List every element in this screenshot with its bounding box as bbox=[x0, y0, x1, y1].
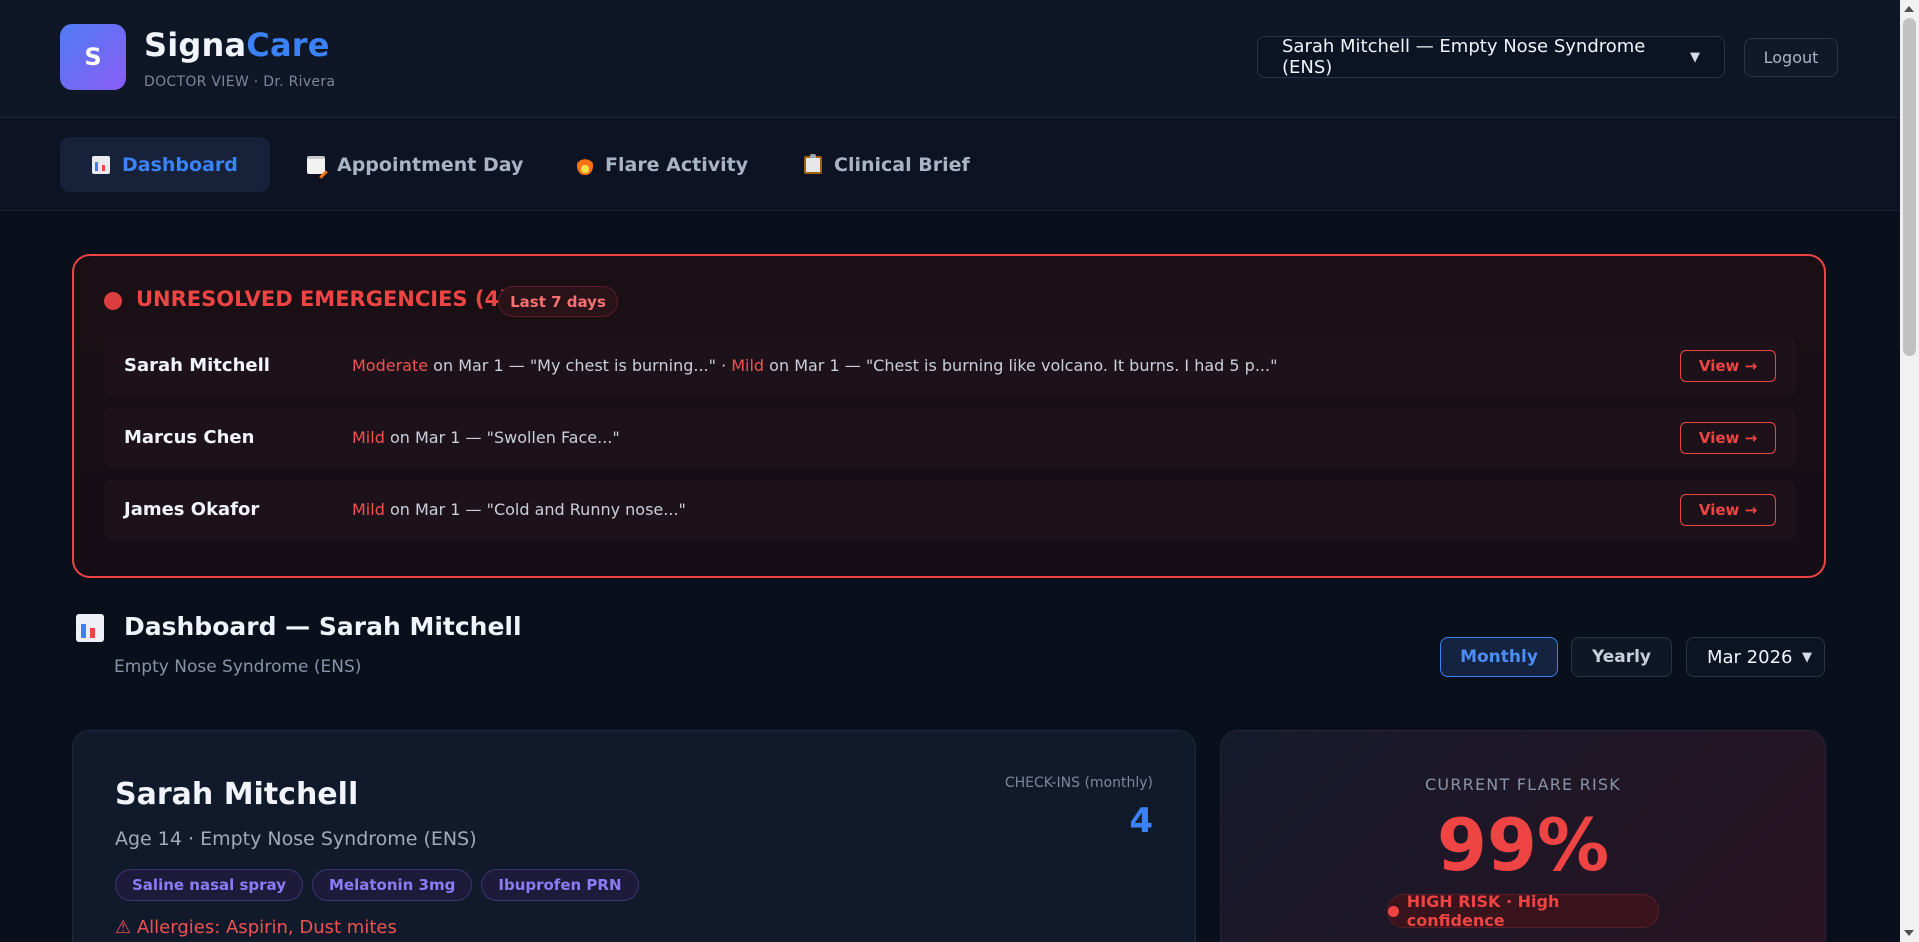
emergency-row: James Okafor Mild on Mar 1 — "Cold and R… bbox=[104, 480, 1796, 540]
yearly-toggle-button[interactable]: Yearly bbox=[1571, 637, 1672, 677]
logo-letter: S bbox=[84, 43, 102, 71]
chevron-down-icon: ▼ bbox=[1690, 49, 1700, 65]
tab-appointment-day[interactable]: Appointment Day bbox=[275, 137, 555, 192]
bar-chart-icon bbox=[92, 155, 110, 174]
view-button[interactable]: View → bbox=[1680, 494, 1776, 526]
patient-select[interactable]: Sarah Mitchell — Empty Nose Syndrome (EN… bbox=[1257, 36, 1725, 78]
logo-icon: S bbox=[60, 24, 126, 90]
scroll-down-arrow-icon[interactable] bbox=[1904, 930, 1914, 936]
flare-risk-label: CURRENT FLARE RISK bbox=[1425, 775, 1621, 794]
tab-bar: Dashboard Appointment Day Flare Activity… bbox=[0, 119, 1900, 211]
severity-label: Mild bbox=[352, 500, 385, 519]
page-title: Dashboard — Sarah Mitchell bbox=[124, 612, 522, 641]
patient-name: Sarah Mitchell bbox=[124, 355, 270, 376]
brand-part-1: Signa bbox=[144, 26, 247, 64]
allergies-text: ⚠ Allergies: Aspirin, Dust mites bbox=[115, 917, 397, 938]
emergency-text: on Mar 1 — "Swollen Face..." bbox=[384, 428, 620, 447]
tab-flare-activity[interactable]: Flare Activity bbox=[545, 137, 780, 192]
emergencies-title: UNRESOLVED EMERGENCIES (4) bbox=[136, 287, 509, 311]
medication-list: Saline nasal spray Melatonin 3mg Ibuprof… bbox=[115, 869, 639, 901]
emergency-description: Moderate on Mar 1 — "My chest is burning… bbox=[352, 356, 1277, 375]
patient-name: Sarah Mitchell bbox=[115, 777, 359, 812]
fire-icon bbox=[577, 154, 593, 175]
tab-label: Clinical Brief bbox=[834, 153, 970, 176]
period-select[interactable]: Mar 2026 ▼ bbox=[1686, 637, 1825, 677]
clipboard-icon bbox=[804, 153, 822, 174]
checkins-count: 4 bbox=[1129, 801, 1153, 841]
medication-chip: Melatonin 3mg bbox=[312, 869, 473, 901]
flare-risk-value: 99% bbox=[1436, 803, 1610, 887]
severity-label: Mild bbox=[731, 356, 765, 375]
page-subtitle: Empty Nose Syndrome (ENS) bbox=[114, 657, 362, 677]
tab-label: Appointment Day bbox=[337, 153, 524, 176]
period-select-value: Mar 2026 bbox=[1707, 646, 1793, 668]
emergency-text: on Mar 1 — "My chest is burning..." · bbox=[428, 356, 732, 375]
tab-clinical-brief[interactable]: Clinical Brief bbox=[772, 137, 1002, 192]
brand-part-2: Care bbox=[246, 26, 330, 64]
patient-name: Marcus Chen bbox=[124, 427, 255, 448]
risk-level-badge: HIGH RISK · High confidence bbox=[1387, 892, 1659, 930]
patient-select-value: Sarah Mitchell — Empty Nose Syndrome (EN… bbox=[1282, 36, 1646, 78]
view-button[interactable]: View → bbox=[1680, 422, 1776, 454]
top-bar: S SignaCare DOCTOR VIEW · Dr. Rivera Sar… bbox=[0, 0, 1900, 118]
medication-chip: Saline nasal spray bbox=[115, 869, 303, 901]
severity-label: Mild bbox=[352, 428, 385, 447]
emergency-description: Mild on Mar 1 — "Swollen Face..." bbox=[352, 428, 620, 447]
time-range-badge: Last 7 days bbox=[498, 286, 618, 317]
emergency-row: Sarah Mitchell Moderate on Mar 1 — "My c… bbox=[104, 336, 1796, 396]
risk-dot-icon bbox=[1388, 905, 1399, 917]
tab-label: Dashboard bbox=[122, 153, 238, 176]
checkins-label: CHECK-INS (monthly) bbox=[1004, 775, 1153, 791]
scroll-up-arrow-icon[interactable] bbox=[1904, 6, 1914, 12]
memo-icon bbox=[307, 155, 325, 174]
patient-name: James Okafor bbox=[124, 499, 260, 520]
emergency-text: on Mar 1 — "Cold and Runny nose..." bbox=[384, 500, 686, 519]
bar-chart-icon bbox=[76, 614, 104, 642]
brand-name: SignaCare bbox=[144, 26, 330, 64]
patient-info: Age 14 · Empty Nose Syndrome (ENS) bbox=[115, 828, 477, 850]
emergency-text: on Mar 1 — "Chest is burning like volcan… bbox=[764, 356, 1278, 375]
risk-level-text: HIGH RISK · High confidence bbox=[1406, 892, 1560, 930]
severity-label: Moderate bbox=[352, 356, 429, 375]
chevron-down-icon: ▼ bbox=[1802, 649, 1812, 665]
tab-dashboard[interactable]: Dashboard bbox=[60, 137, 270, 192]
role-subtitle: DOCTOR VIEW · Dr. Rivera bbox=[144, 74, 336, 90]
emergency-description: Mild on Mar 1 — "Cold and Runny nose..." bbox=[352, 500, 686, 519]
patient-summary-card: Sarah Mitchell Age 14 · Empty Nose Syndr… bbox=[72, 730, 1196, 942]
emergencies-panel: UNRESOLVED EMERGENCIES (4) Last 7 days S… bbox=[72, 254, 1826, 578]
logout-button[interactable]: Logout bbox=[1744, 38, 1838, 77]
medication-chip: Ibuprofen PRN bbox=[481, 869, 639, 901]
flare-risk-card: CURRENT FLARE RISK 99% HIGH RISK · High … bbox=[1220, 730, 1826, 942]
scrollbar-thumb[interactable] bbox=[1903, 18, 1916, 356]
vertical-scrollbar[interactable] bbox=[1900, 0, 1919, 942]
monthly-toggle-button[interactable]: Monthly bbox=[1440, 637, 1558, 677]
emergency-row: Marcus Chen Mild on Mar 1 — "Swollen Fac… bbox=[104, 408, 1796, 468]
alert-dot-icon bbox=[104, 292, 122, 310]
view-button[interactable]: View → bbox=[1680, 350, 1776, 382]
tab-label: Flare Activity bbox=[605, 153, 749, 176]
